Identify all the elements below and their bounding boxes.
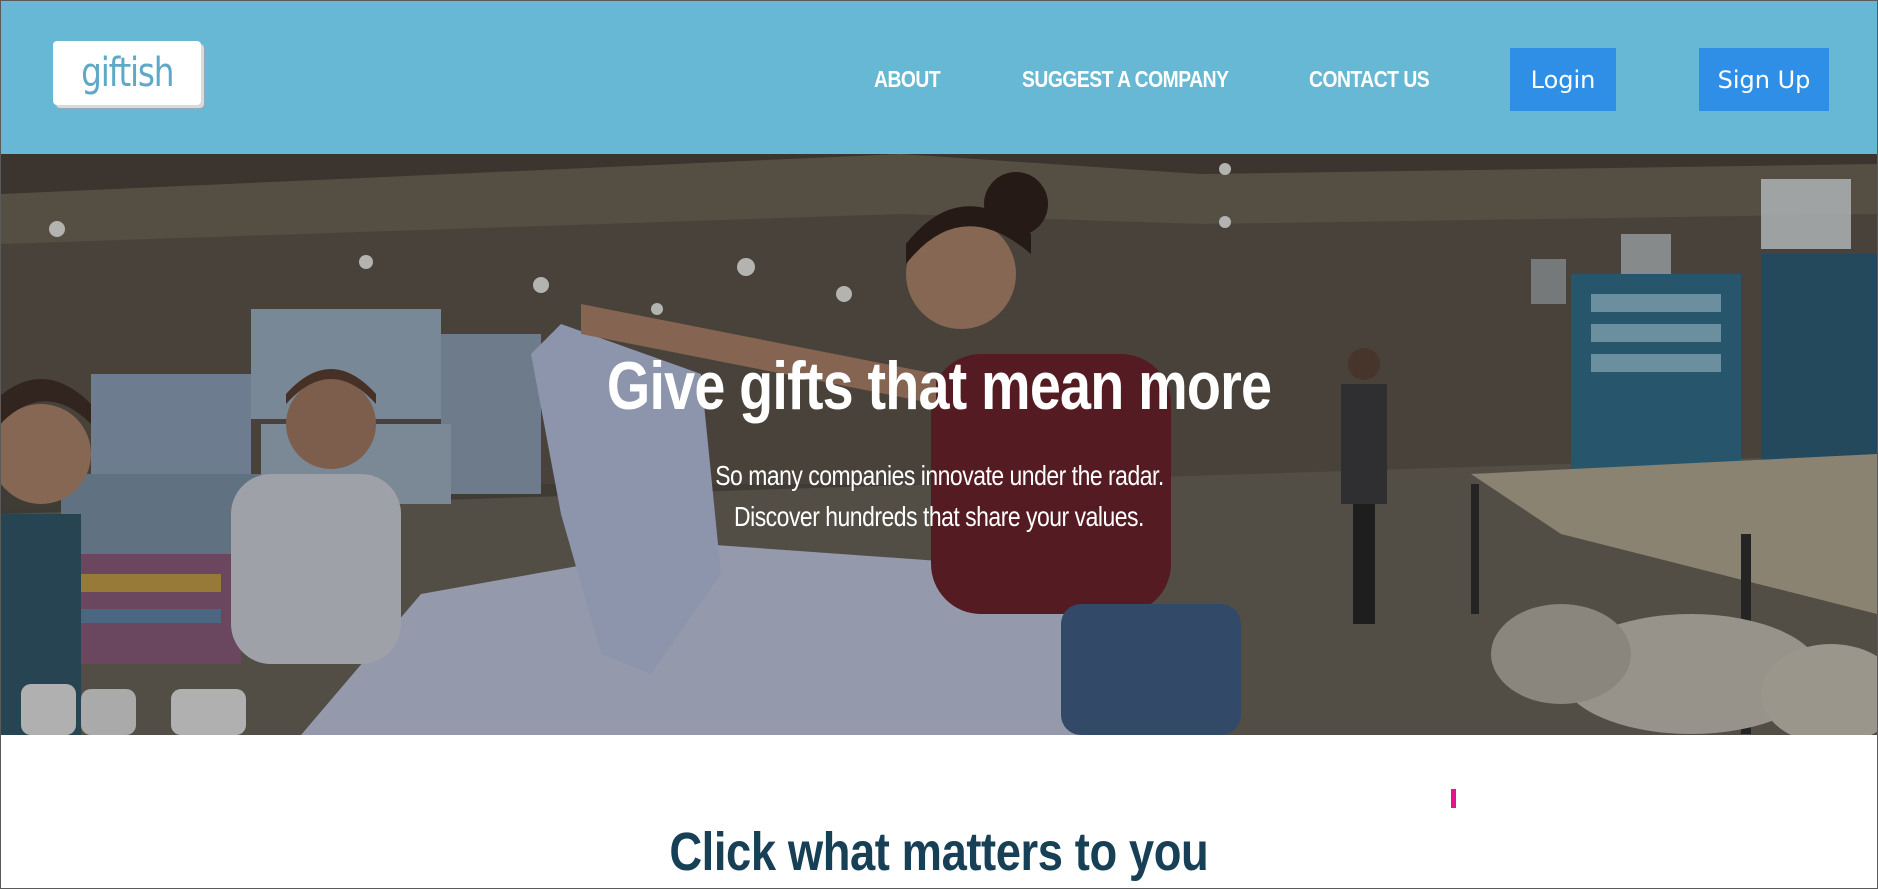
logo-text: giftish: [80, 50, 174, 96]
hero-headline-text: Give gifts that mean more: [606, 348, 1272, 424]
section-heading: Click what matters to you: [1, 821, 1877, 883]
page: giftish ABOUT SUGGEST A COMPANY CONTACT …: [0, 0, 1878, 889]
hero-headline: Give gifts that mean more: [1, 347, 1877, 425]
hero-subtitle-line-1: So many companies innovate under the rad…: [1, 460, 1877, 492]
nav-about-link[interactable]: ABOUT: [874, 61, 941, 97]
hero-subtitle-line-2-text: Discover hundreds that share your values…: [734, 501, 1144, 532]
nav-suggest-company-link[interactable]: SUGGEST A COMPANY: [1022, 61, 1229, 97]
login-button[interactable]: Login: [1510, 48, 1616, 111]
sign-up-button[interactable]: Sign Up: [1699, 48, 1829, 111]
hero-subtitle-line-2: Discover hundreds that share your values…: [1, 501, 1877, 533]
giftish-logo[interactable]: giftish: [53, 41, 201, 105]
hero-overlay: [1, 154, 1877, 735]
site-header: giftish ABOUT SUGGEST A COMPANY CONTACT …: [1, 1, 1877, 154]
text-cursor-marker: [1451, 789, 1456, 808]
section-heading-text: Click what matters to you: [669, 822, 1209, 882]
hero-banner: Give gifts that mean more So many compan…: [1, 154, 1877, 735]
hero-subtitle-line-1-text: So many companies innovate under the rad…: [714, 460, 1164, 491]
nav-contact-us-link[interactable]: CONTACT US: [1309, 61, 1430, 97]
